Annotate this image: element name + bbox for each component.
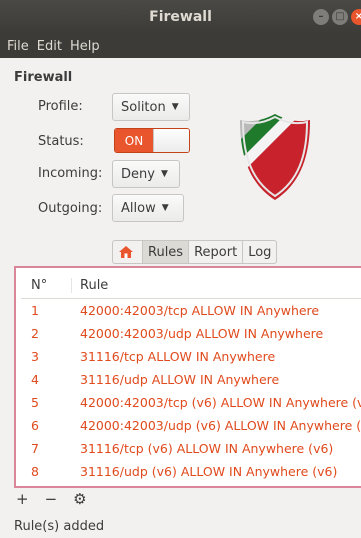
status-toggle-on-label: ON <box>115 129 153 152</box>
menu-file[interactable]: File <box>4 39 34 54</box>
profile-value: Soliton <box>121 99 166 115</box>
rule-text: 42000:42003/tcp ALLOW IN Anywhere <box>80 303 320 318</box>
tab-report[interactable]: Report <box>189 241 244 263</box>
rules-table: N° Rule 1 42000:42003/tcp ALLOW IN Anywh… <box>21 273 361 481</box>
table-row[interactable]: 8 31116/udp (v6) ALLOW IN Anywhere (v6) <box>21 460 361 481</box>
outgoing-label: Outgoing: <box>38 201 103 216</box>
status-toggle-knob[interactable] <box>153 129 189 152</box>
table-row[interactable]: 5 42000:42003/tcp (v6) ALLOW IN Anywhere… <box>21 391 361 414</box>
menu-help[interactable]: Help <box>67 39 105 54</box>
rule-text: 31116/tcp ALLOW IN Anywhere <box>80 349 276 364</box>
dropdown-arrow-icon: ▼ <box>171 102 179 112</box>
rule-text: 31116/tcp (v6) ALLOW IN Anywhere (v6) <box>80 441 334 456</box>
close-button[interactable]: × <box>351 9 361 25</box>
table-row[interactable]: 3 31116/tcp ALLOW IN Anywhere <box>21 345 361 368</box>
rule-number: 4 <box>31 372 39 387</box>
column-header-number[interactable]: N° <box>21 278 71 293</box>
rule-text: 42000:42003/udp ALLOW IN Anywhere <box>80 326 324 341</box>
table-row[interactable]: 7 31116/tcp (v6) ALLOW IN Anywhere (v6) <box>21 437 361 460</box>
remove-rule-button[interactable]: − <box>45 492 58 507</box>
rule-text: 31116/udp ALLOW IN Anywhere <box>80 372 280 387</box>
table-row[interactable]: 6 42000:42003/udp (v6) ALLOW IN Anywhere… <box>21 414 361 437</box>
firewall-section-title: Firewall <box>14 70 73 85</box>
home-icon <box>119 246 133 258</box>
rules-toolbar: + − ⚙ <box>16 492 87 507</box>
incoming-select[interactable]: Deny ▼ <box>112 160 180 188</box>
table-row[interactable]: 2 42000:42003/udp ALLOW IN Anywhere <box>21 322 361 345</box>
dropdown-arrow-icon: ▼ <box>160 169 168 179</box>
window-controls: – □ × <box>313 9 361 25</box>
table-row[interactable]: 1 42000:42003/tcp ALLOW IN Anywhere <box>21 299 361 322</box>
profile-select[interactable]: Soliton ▼ <box>112 93 190 121</box>
gear-icon[interactable]: ⚙ <box>73 492 86 507</box>
rules-panel: N° Rule 1 42000:42003/tcp ALLOW IN Anywh… <box>14 266 361 488</box>
tab-rules[interactable]: Rules <box>143 241 190 263</box>
rule-number: 2 <box>31 326 39 341</box>
rule-number: 1 <box>31 303 39 318</box>
outgoing-value: Allow <box>121 200 156 216</box>
window-title: Firewall <box>149 9 212 25</box>
status-bar-text: Rule(s) added <box>14 519 105 534</box>
rule-number: 8 <box>31 464 39 479</box>
menu-bar: File Edit Help <box>0 34 361 58</box>
dropdown-arrow-icon: ▼ <box>161 203 169 213</box>
incoming-value: Deny <box>121 166 155 182</box>
rule-number: 5 <box>31 395 39 410</box>
minimize-button[interactable]: – <box>313 9 329 25</box>
rules-table-header: N° Rule <box>21 273 361 299</box>
rule-text: 42000:42003/tcp (v6) ALLOW IN Anywhere (… <box>80 395 361 410</box>
table-row[interactable]: 4 31116/udp ALLOW IN Anywhere <box>21 368 361 391</box>
maximize-button[interactable]: □ <box>332 9 348 25</box>
tab-log[interactable]: Log <box>243 241 276 263</box>
rule-number: 3 <box>31 349 39 364</box>
rule-text: 42000:42003/udp (v6) ALLOW IN Anywhere (… <box>80 418 361 433</box>
shield-icon <box>240 114 310 200</box>
rule-text: 31116/udp (v6) ALLOW IN Anywhere (v6) <box>80 464 338 479</box>
firewall-window: Firewall – □ × File Edit Help Firewall P… <box>0 0 361 538</box>
menu-edit[interactable]: Edit <box>34 39 67 54</box>
view-tabs: Rules Report Log <box>112 240 278 264</box>
incoming-label: Incoming: <box>38 166 103 181</box>
title-bar: Firewall – □ × <box>0 0 361 34</box>
status-label: Status: <box>38 134 84 149</box>
outgoing-select[interactable]: Allow ▼ <box>112 194 184 222</box>
rule-number: 6 <box>31 418 39 433</box>
rule-number: 7 <box>31 441 39 456</box>
add-rule-button[interactable]: + <box>16 492 29 507</box>
profile-label: Profile: <box>38 99 83 114</box>
status-toggle[interactable]: ON <box>114 128 190 153</box>
column-header-rule[interactable]: Rule <box>71 278 361 293</box>
tab-home[interactable] <box>113 241 143 263</box>
